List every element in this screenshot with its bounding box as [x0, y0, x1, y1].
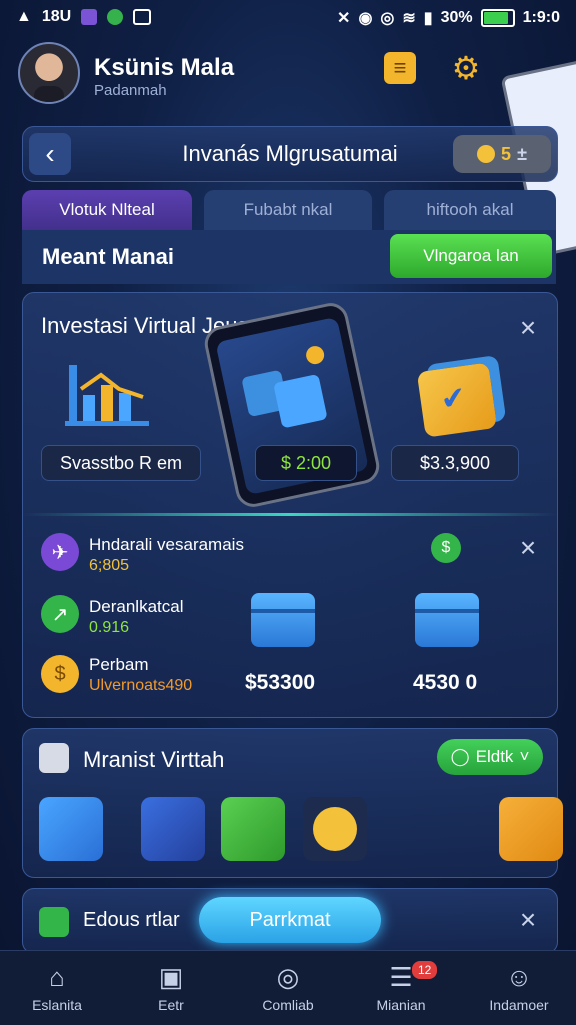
menu-icon[interactable]: ≡: [384, 52, 416, 84]
back-button[interactable]: ‹: [29, 133, 71, 175]
nav-item-inbox[interactable]: ☰ 12 Mianian: [346, 959, 456, 1015]
battery-percent: 30%: [440, 9, 473, 26]
camera-icon: [133, 9, 152, 25]
coin-balance[interactable]: 5 ±: [453, 135, 551, 173]
bottom-nav: ⌂ Eslanita ▣ Eetr ◎ Comliab ☰ 12 Mianian…: [0, 950, 576, 1025]
title-bar: Invanás Mlgrusatumai ‹ 5 ±: [22, 126, 558, 182]
notification-badge: 12: [412, 961, 438, 979]
nav-label: Mianian: [376, 997, 426, 1013]
status-time-left: 18U: [41, 8, 72, 25]
leaf-icon: [39, 907, 69, 937]
tab-third[interactable]: hiftooh akal: [384, 190, 556, 230]
amount-2: 4530 0: [413, 671, 478, 694]
profile-subtitle: Padanmah: [94, 82, 167, 99]
money-tile[interactable]: [39, 797, 103, 861]
wifi-icon: ≋: [402, 10, 416, 27]
user-icon: ☺: [505, 962, 533, 992]
coin-stack-tile[interactable]: [499, 797, 563, 861]
chevron-down-icon: ˅: [519, 747, 530, 766]
signal-icon: ▮: [423, 10, 433, 27]
trend-tile[interactable]: [141, 797, 205, 861]
investment-card: Investasi Virtual Jeus × Svasstbo R em $…: [22, 292, 558, 718]
close-row-icon[interactable]: ×: [515, 534, 541, 562]
nav-label: Eslanita: [32, 997, 82, 1013]
treasure-chest-icon-2: [415, 593, 479, 647]
close-icon[interactable]: ×: [515, 314, 541, 342]
rocket-icon: ✈: [41, 533, 79, 571]
nav-item-wallet[interactable]: ▣ Eetr: [116, 959, 226, 1015]
alert-icon: ▲: [16, 8, 32, 25]
promo-button[interactable]: Parrkmat: [199, 897, 381, 943]
sync-icon: ◎: [380, 10, 395, 27]
right-value-pill[interactable]: $3.3,900: [391, 445, 519, 481]
promo-bar: Edous rtlar Parrkmat ×: [22, 888, 558, 954]
section-button[interactable]: ◯ Eldtk ˅: [437, 739, 543, 775]
profile-name: Ksünis Mala: [94, 54, 235, 81]
network-icon: ✕: [337, 10, 351, 27]
treasure-chest-icon: [251, 593, 315, 647]
close-promo-icon[interactable]: ×: [515, 906, 541, 934]
coins-tile[interactable]: [221, 797, 285, 861]
promo-text: Edous rtlar: [83, 909, 180, 931]
section-button-label: Eldtk: [475, 747, 514, 766]
dollar-coin-icon: [313, 807, 357, 851]
tab-second[interactable]: Fubabt nkal: [204, 190, 372, 230]
status-bar: ▲ 18U ✕ ◉ ◎ ≋ ▮ 30% 1:9:0: [0, 0, 576, 36]
nav-label: Comliab: [262, 997, 314, 1013]
app-icon: [81, 9, 98, 25]
row-value-1: 6;805: [89, 557, 130, 574]
nav-label: Indamoer: [489, 997, 549, 1013]
circle-icon: ◎: [276, 962, 300, 992]
nav-item-home[interactable]: ⌂ Eslanita: [2, 959, 112, 1015]
profile-header: Ksünis Mala Padanmah ≡ ⚙ ☎: [18, 40, 576, 258]
wallet-icon: ▣: [158, 962, 184, 992]
alarm-icon: ◉: [358, 10, 373, 27]
section-card: Mranist Virttah ◯ Eldtk ˅: [22, 728, 563, 878]
tab-virtual[interactable]: Vlotuk Nlteal: [22, 190, 192, 230]
amount-1: $53300: [245, 671, 316, 694]
circle-icon: ◯: [450, 747, 470, 766]
sub-title: Meant Manai: [42, 244, 175, 269]
row-value-3: Ulvernoats490: [89, 677, 193, 694]
row-title-1: Hndarali vesaramais: [89, 535, 244, 554]
status-time: 1:9:0: [522, 9, 560, 26]
phone-value: $ 2:00: [255, 445, 357, 481]
divider: [23, 513, 557, 516]
chevron-left-icon: ‹: [45, 138, 55, 169]
square-icon: [39, 743, 69, 773]
nav-item-profile[interactable]: ☺ Indamoer: [464, 959, 574, 1015]
chart-icon: [65, 365, 149, 426]
growth-icon: ↗: [41, 595, 79, 633]
section-title: Mranist Virttah: [83, 747, 225, 772]
home-icon: ⌂: [49, 962, 65, 992]
dollar-badge-icon: $: [431, 533, 461, 563]
nav-label: Eetr: [158, 997, 184, 1013]
gear-icon[interactable]: ⚙: [450, 50, 482, 86]
plus-icon: ±: [517, 143, 527, 164]
coin-icon: [477, 145, 496, 163]
battery-icon: [480, 9, 515, 27]
left-value-pill[interactable]: Svasstbo R em: [41, 445, 201, 481]
coin-count: 5: [501, 143, 512, 164]
coin-tile[interactable]: [303, 797, 367, 861]
chat-icon: [107, 9, 124, 25]
sub-header: Meant Manai Vlngaroa lan: [22, 230, 556, 284]
shield-icon: [416, 362, 498, 438]
avatar[interactable]: [18, 42, 80, 104]
nav-item-community[interactable]: ◎ Comliab: [233, 959, 343, 1015]
row-title-3: Perbam: [89, 655, 149, 674]
action-button[interactable]: Vlngaroa lan: [390, 234, 552, 278]
dollar-coin-icon: $: [41, 655, 79, 693]
row-title-2: Deranlkatcal: [89, 597, 184, 616]
row-value-2: 0.916: [89, 619, 130, 636]
